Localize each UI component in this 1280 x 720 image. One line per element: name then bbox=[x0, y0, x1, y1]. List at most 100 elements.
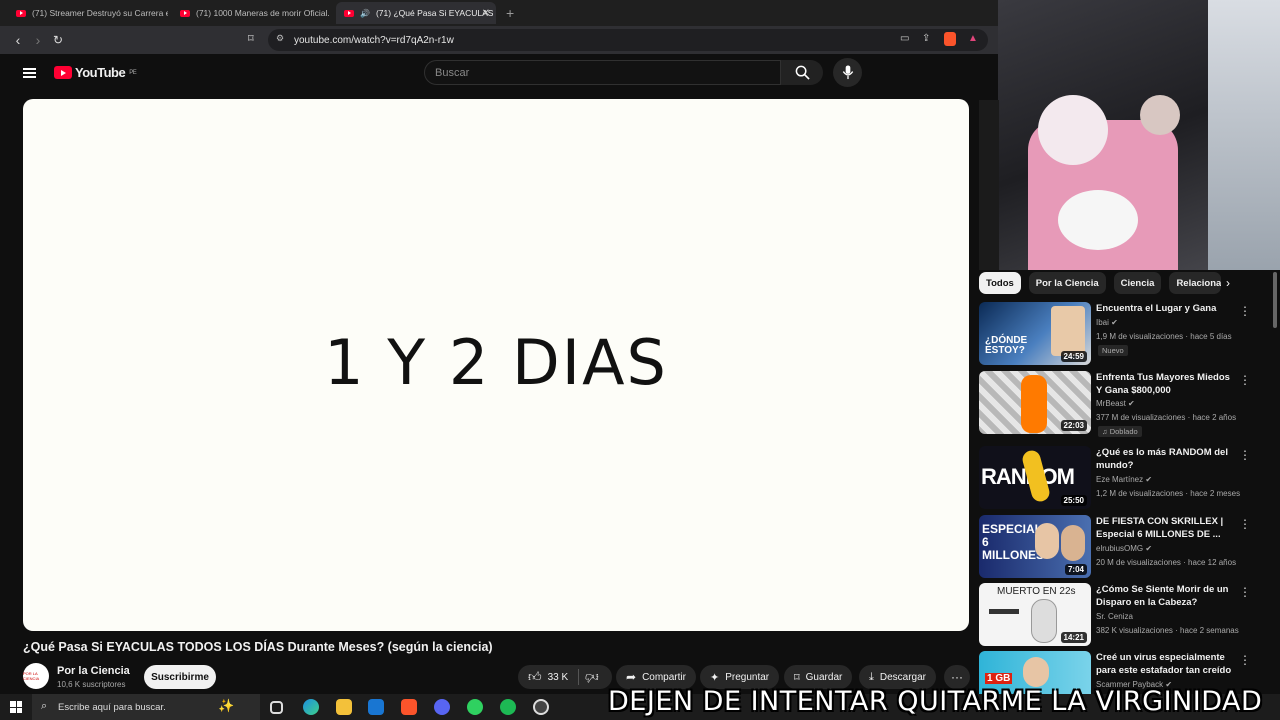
more-horizontal-icon: ··· bbox=[951, 670, 963, 684]
subscriber-count: 10,6 K suscriptores bbox=[57, 680, 126, 689]
browser-tab-bar: (71) Streamer Destruyó su Carrera en (71… bbox=[0, 0, 1000, 26]
video-title: Encuentra el Lugar y Gana bbox=[1096, 303, 1217, 314]
gun-image bbox=[989, 609, 1019, 614]
duration-badge: 24:59 bbox=[1060, 351, 1087, 362]
new-tab-icon[interactable]: + bbox=[506, 5, 514, 21]
bookmark-icon[interactable]: ⌑ bbox=[248, 32, 254, 45]
stream-caption-overlay: DEJEN DE INTENTAR QUITARME LA VIRGINIDAD bbox=[608, 686, 1263, 717]
browser-tab-active[interactable]: 🔊 (71) ¿Qué Pasa Si EYACULAS ✕ bbox=[336, 2, 496, 24]
youtube-favicon-icon bbox=[16, 9, 26, 17]
reload-icon[interactable]: ↻ bbox=[48, 33, 68, 47]
chevron-right-icon[interactable]: › bbox=[1226, 276, 1230, 290]
sparkle-icon: ✨ bbox=[218, 698, 235, 713]
recommended-video[interactable]: ESPECIAL 6 MILLONES 7:04 DE FIESTA CON S… bbox=[979, 515, 1269, 579]
download-icon: ⤓ bbox=[869, 670, 874, 683]
chip-related[interactable]: Relacionad bbox=[1169, 272, 1222, 294]
brave-browser-icon[interactable] bbox=[401, 699, 417, 715]
video-title: DE FIESTA CON SKRILLEX | Especial 6 MILL… bbox=[1096, 516, 1224, 540]
duration-badge: 7:04 bbox=[1064, 564, 1087, 575]
thumbs-up-icon: 👍︎ bbox=[528, 669, 542, 684]
verified-icon: ✔ bbox=[1145, 475, 1153, 484]
recommended-video[interactable]: RANDOM 25:50 ¿Qué es lo más RANDOM del m… bbox=[979, 446, 1269, 510]
recommended-video[interactable]: 22:03 Enfrenta Tus Mayores Miedos Y Gana… bbox=[979, 371, 1269, 437]
file-explorer-icon[interactable] bbox=[336, 699, 352, 715]
search-icon: ⌕ bbox=[41, 700, 48, 712]
more-vertical-icon[interactable]: ⋮ bbox=[1239, 653, 1251, 667]
obs-icon[interactable] bbox=[533, 699, 549, 715]
video-thumbnail[interactable]: ¿DÓNDE ESTOY? 24:59 bbox=[979, 302, 1091, 365]
person-image bbox=[1021, 375, 1047, 433]
video-thumbnail[interactable]: ESPECIAL 6 MILLONES 7:04 bbox=[979, 515, 1091, 578]
mail-icon[interactable] bbox=[368, 699, 384, 715]
back-icon[interactable]: ‹ bbox=[8, 32, 28, 48]
speaker-icon[interactable]: 🔊 bbox=[360, 9, 370, 18]
person-image bbox=[1035, 523, 1059, 559]
share-page-icon[interactable]: ⇪ bbox=[922, 33, 930, 44]
windows-start-icon[interactable] bbox=[10, 701, 22, 713]
chip-science[interactable]: Ciencia bbox=[1113, 272, 1162, 294]
channel-avatar[interactable]: POR LA CIENCIA bbox=[23, 663, 49, 689]
video-meta: 377 M de visualizaciones · hace 2 años bbox=[1096, 413, 1237, 422]
scrollbar[interactable] bbox=[1273, 272, 1277, 328]
more-vertical-icon[interactable]: ⋮ bbox=[1239, 448, 1251, 462]
more-vertical-icon[interactable]: ⋮ bbox=[1239, 304, 1251, 318]
channel-name[interactable]: Por la Ciencia bbox=[57, 665, 130, 677]
browser-tab[interactable]: (71) 1000 Maneras de morir Oficial. - bbox=[172, 2, 332, 24]
more-vertical-icon[interactable]: ⋮ bbox=[1239, 517, 1251, 531]
search-button[interactable] bbox=[781, 60, 823, 85]
dislike-button[interactable]: 👍︎ bbox=[585, 669, 599, 685]
more-vertical-icon[interactable]: ⋮ bbox=[1239, 585, 1251, 599]
forward-icon[interactable]: › bbox=[28, 32, 48, 48]
save-playlist-icon: ⌑ bbox=[794, 671, 800, 684]
rewards-icon[interactable]: ▲ bbox=[968, 33, 978, 44]
video-thumbnail[interactable]: MUERTO EN 22s 14:21 bbox=[979, 583, 1091, 646]
skull-image bbox=[1031, 599, 1057, 643]
search-input[interactable]: Buscar bbox=[424, 60, 781, 85]
subscribe-button[interactable]: Suscribirme bbox=[144, 665, 216, 689]
hamburger-menu-icon[interactable] bbox=[23, 68, 36, 78]
youtube-logo[interactable]: YouTube PE bbox=[54, 65, 137, 80]
duration-badge: 14:21 bbox=[1060, 632, 1087, 643]
plush-toy-small bbox=[1140, 95, 1180, 135]
chip-channel[interactable]: Por la Ciencia bbox=[1028, 272, 1106, 294]
voice-search-button[interactable] bbox=[833, 58, 862, 87]
browser-tab[interactable]: (71) Streamer Destruyó su Carrera en bbox=[8, 2, 168, 24]
spotify-icon[interactable] bbox=[500, 699, 516, 715]
more-vertical-icon[interactable]: ⋮ bbox=[1239, 373, 1251, 387]
plush-toy bbox=[1038, 95, 1108, 165]
webcam-overlay bbox=[998, 0, 1280, 270]
microphone-icon bbox=[842, 65, 853, 80]
channel-name: Eze Martínez ✔ bbox=[1096, 475, 1153, 484]
youtube-logo-icon bbox=[54, 66, 72, 79]
chip-all[interactable]: Todos bbox=[979, 272, 1021, 294]
recommended-video[interactable]: MUERTO EN 22s 14:21 ¿Cómo Se Siente Mori… bbox=[979, 583, 1269, 647]
video-title: Enfrenta Tus Mayores Miedos Y Gana $800,… bbox=[1096, 372, 1230, 396]
video-frame-text: 1 Y 2 DIAS bbox=[324, 325, 668, 399]
recommended-video[interactable]: ¿DÓNDE ESTOY? 24:59 Encuentra el Lugar y… bbox=[979, 302, 1269, 366]
dubbed-badge: ♫ Doblado bbox=[1098, 426, 1142, 437]
like-button[interactable]: 👍︎ 33 K bbox=[528, 669, 568, 685]
taskbar-search-input[interactable]: ⌕ Escribe aquí para buscar. ✨ bbox=[32, 694, 260, 720]
divider bbox=[578, 669, 580, 685]
youtube-header: YouTube PE Buscar bbox=[0, 54, 1000, 94]
site-info-icon[interactable]: ⚙ bbox=[276, 33, 284, 44]
video-thumbnail[interactable]: 22:03 bbox=[979, 371, 1091, 434]
filter-chip-bar: Todos Por la Ciencia Ciencia Relacionad bbox=[979, 272, 1222, 294]
url-field[interactable]: ⚙ youtube.com/watch?v=rd7qA2n-r1w ▭ ⇪ ▲ bbox=[268, 29, 988, 51]
cast-icon[interactable]: ▭ bbox=[900, 33, 909, 44]
youtube-favicon-icon bbox=[180, 9, 190, 17]
video-thumbnail[interactable]: RANDOM 25:50 bbox=[979, 446, 1091, 509]
close-tab-icon[interactable]: ✕ bbox=[482, 8, 490, 19]
verified-icon: ✔ bbox=[1111, 318, 1118, 327]
edge-icon[interactable] bbox=[303, 699, 319, 715]
share-icon: ➦ bbox=[626, 670, 637, 684]
video-player[interactable]: 1 Y 2 DIAS bbox=[23, 99, 969, 631]
app-icon[interactable] bbox=[467, 699, 483, 715]
channel-name: elrubiusOMG ✔ bbox=[1096, 544, 1153, 553]
discord-icon[interactable] bbox=[434, 699, 450, 715]
brave-shield-icon[interactable] bbox=[944, 32, 956, 46]
task-view-icon[interactable] bbox=[270, 701, 283, 714]
duration-badge: 22:03 bbox=[1060, 420, 1087, 431]
person-image bbox=[1051, 306, 1085, 356]
search-icon bbox=[795, 65, 810, 80]
